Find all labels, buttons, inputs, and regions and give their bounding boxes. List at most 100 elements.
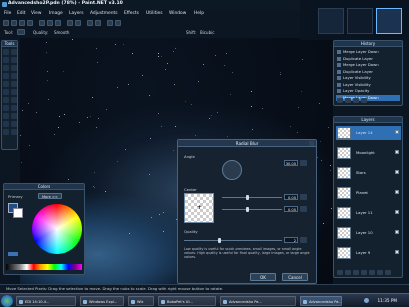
- eraser-icon[interactable]: [11, 89, 17, 95]
- lasso-icon[interactable]: [3, 57, 9, 63]
- new-file-icon[interactable]: [3, 20, 9, 26]
- menu-window[interactable]: Window: [169, 11, 186, 16]
- layer-row[interactable]: Layer 10: [336, 226, 401, 240]
- tool-selector[interactable]: [17, 29, 25, 35]
- menu-effects[interactable]: Effects: [124, 11, 139, 16]
- taskbar-button[interactable]: BobaPet's UI...: [158, 296, 216, 306]
- menu-utilities[interactable]: Utilities: [146, 11, 163, 16]
- copy-icon[interactable]: [47, 20, 53, 26]
- paintbrush-icon[interactable]: [3, 89, 9, 95]
- layer-row[interactable]: Stars: [336, 166, 401, 180]
- color-picker-icon[interactable]: [11, 97, 17, 103]
- center-y-slider[interactable]: [222, 209, 282, 210]
- quality-reset-icon[interactable]: [300, 237, 307, 243]
- quality-knob[interactable]: [218, 238, 221, 243]
- image-tab-1[interactable]: [318, 8, 344, 34]
- history-item[interactable]: Merge Layer Down: [336, 62, 400, 68]
- center-y-reset-icon[interactable]: [300, 206, 307, 212]
- redo-history-icon[interactable]: [353, 98, 359, 103]
- zoom-tool-icon[interactable]: [11, 65, 17, 71]
- grid-icon[interactable]: [107, 20, 113, 26]
- menu-image[interactable]: Image: [49, 11, 63, 16]
- open-file-icon[interactable]: [11, 20, 17, 26]
- undo-history-icon[interactable]: [345, 98, 351, 103]
- pan-icon[interactable]: [11, 73, 17, 79]
- rectangle-tool-icon[interactable]: [3, 121, 9, 127]
- fast-forward-icon[interactable]: [361, 98, 367, 103]
- angle-value-input[interactable]: 30.00: [284, 160, 298, 166]
- tray-icon[interactable]: [364, 298, 369, 303]
- quality-slider[interactable]: [184, 240, 282, 241]
- layer-visibility-checkbox[interactable]: [395, 250, 399, 254]
- ellipse-tool-icon[interactable]: [3, 129, 9, 135]
- menu-file[interactable]: File: [4, 11, 11, 16]
- clone-stamp-icon[interactable]: [3, 105, 9, 111]
- menu-layers[interactable]: Layers: [69, 11, 84, 16]
- quality-input[interactable]: 2: [284, 237, 298, 243]
- print-icon[interactable]: [27, 20, 33, 26]
- center-x-reset-icon[interactable]: [300, 194, 307, 200]
- recolor-icon[interactable]: [11, 105, 17, 111]
- undo-icon[interactable]: [67, 20, 73, 26]
- save-icon[interactable]: [19, 20, 25, 26]
- taskbar-button[interactable]: Wiz: [128, 296, 154, 306]
- layer-row[interactable]: Moonlight: [336, 146, 401, 160]
- layer-row[interactable]: Layer 14: [336, 126, 401, 140]
- history-item[interactable]: Duplicate Layer: [336, 69, 400, 75]
- ok-button[interactable]: OK: [250, 273, 276, 281]
- color-palette-strip[interactable]: [6, 264, 82, 270]
- freeform-shape-icon[interactable]: [11, 129, 17, 135]
- add-layer-icon[interactable]: [337, 270, 343, 275]
- layer-properties-icon[interactable]: [385, 270, 391, 275]
- ellipse-select-icon[interactable]: [3, 65, 9, 71]
- center-x-input[interactable]: 0.00: [284, 194, 298, 200]
- line-tool-icon[interactable]: [11, 113, 17, 119]
- rounded-rect-icon[interactable]: [11, 121, 17, 127]
- image-tab-2[interactable]: [347, 8, 373, 34]
- shift-value[interactable]: Bicubic: [200, 30, 214, 35]
- angle-reset-icon[interactable]: [300, 160, 307, 166]
- move-up-icon[interactable]: [369, 270, 375, 275]
- layer-visibility-checkbox[interactable]: [395, 190, 399, 194]
- history-item[interactable]: Layer Visibility: [336, 75, 400, 81]
- pencil-icon[interactable]: [3, 97, 9, 103]
- redo-icon[interactable]: [75, 20, 81, 26]
- layer-row[interactable]: Layer 11: [336, 206, 401, 220]
- more-colors-button[interactable]: More >>: [38, 193, 62, 199]
- color-wheel[interactable]: [32, 204, 82, 254]
- paint-bucket-icon[interactable]: [3, 81, 9, 87]
- layer-visibility-checkbox[interactable]: [395, 170, 399, 174]
- taskbar-button[interactable]: Windows Expl...: [80, 296, 124, 306]
- dialog-close-icon[interactable]: [309, 141, 314, 146]
- quality-value[interactable]: Smooth: [54, 30, 69, 35]
- crop-icon[interactable]: [95, 20, 101, 26]
- center-y-knob[interactable]: [246, 207, 249, 212]
- zoom-icon[interactable]: [115, 20, 121, 26]
- history-item[interactable]: Merge Layer Down: [336, 49, 400, 55]
- secondary-color-swatch[interactable]: [13, 208, 23, 218]
- angle-dial[interactable]: [222, 160, 242, 180]
- rectangle-select-icon[interactable]: [3, 49, 9, 55]
- menu-edit[interactable]: Edit: [17, 11, 26, 16]
- center-y-input[interactable]: 0.00: [284, 206, 298, 212]
- text-tool-icon[interactable]: [3, 113, 9, 119]
- move-pixels-icon[interactable]: [11, 57, 17, 63]
- rewind-icon[interactable]: [337, 98, 343, 103]
- gradient-icon[interactable]: [11, 81, 17, 87]
- taskbar-button[interactable]: Advancedsho Pa...: [220, 296, 296, 306]
- layer-visibility-checkbox[interactable]: [395, 150, 399, 154]
- history-item[interactable]: Layer Visibility: [336, 82, 400, 88]
- menu-view[interactable]: View: [31, 11, 41, 16]
- delete-layer-icon[interactable]: [345, 270, 351, 275]
- deselect-icon[interactable]: [87, 20, 93, 26]
- layer-row[interactable]: Layer 9: [336, 246, 401, 260]
- image-tab-3[interactable]: [376, 8, 402, 34]
- cut-icon[interactable]: [39, 20, 45, 26]
- history-item[interactable]: Duplicate Layer: [336, 56, 400, 62]
- move-selection-icon[interactable]: [11, 49, 17, 55]
- cancel-button[interactable]: Cancel: [282, 273, 308, 281]
- paste-icon[interactable]: [55, 20, 61, 26]
- menu-help[interactable]: Help: [194, 11, 204, 16]
- layer-visibility-checkbox[interactable]: [395, 210, 399, 214]
- layer-visibility-checkbox[interactable]: [395, 230, 399, 234]
